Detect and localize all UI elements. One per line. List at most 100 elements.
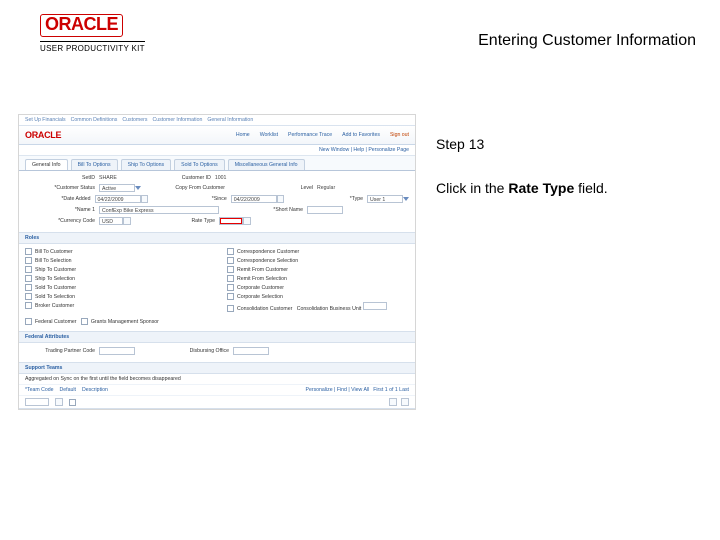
role-option[interactable]: Remit From Selection — [227, 275, 409, 282]
checkbox-icon[interactable] — [227, 266, 234, 273]
tab-sold-to[interactable]: Sold To Options — [174, 159, 225, 170]
level-value: Regular — [317, 185, 335, 191]
breadcrumb-item[interactable]: Common Definitions — [71, 117, 118, 123]
nav-link-fav[interactable]: Add to Favorites — [342, 132, 380, 138]
add-row-icon[interactable] — [389, 398, 397, 406]
lookup-icon[interactable] — [123, 217, 131, 225]
nav-link-home[interactable]: Home — [236, 132, 250, 138]
brand-logo: ORACLE USER PRODUCTIVITY KIT — [40, 14, 145, 53]
date-added-field[interactable]: 04/22/2009 — [95, 195, 141, 203]
tab-misc[interactable]: Miscellaneous General Info — [228, 159, 305, 170]
setid-value: SHARE — [99, 175, 117, 181]
disbursing-field[interactable] — [233, 347, 269, 355]
role-option[interactable]: Corporate Customer — [227, 284, 409, 291]
chevron-down-icon[interactable] — [403, 197, 409, 201]
rate-type-field[interactable] — [219, 217, 243, 225]
table-row — [19, 395, 415, 408]
role-option[interactable]: Broker Customer — [25, 302, 207, 309]
shortname-field[interactable] — [307, 206, 343, 214]
checkbox-icon[interactable] — [25, 318, 32, 325]
customerid-label: Customer ID — [141, 175, 211, 181]
checkbox-icon[interactable] — [227, 275, 234, 282]
aggregate-note: Aggregated on Sync on the first until th… — [19, 374, 415, 384]
role-option[interactable]: Corporate Selection — [227, 293, 409, 300]
breadcrumb-item[interactable]: General Information — [207, 117, 253, 123]
step-text-bold: Rate Type — [508, 180, 574, 196]
grid-count: First 1 of 1 Last — [373, 387, 409, 393]
role-option[interactable]: Sold To Selection — [25, 293, 207, 300]
calendar-icon[interactable] — [277, 195, 285, 203]
since-label: *Since — [171, 196, 227, 202]
type-field[interactable]: User 1 — [367, 195, 403, 203]
role-option[interactable]: Bill To Selection — [25, 257, 207, 264]
header-form: SetID SHARE Customer ID 1001 *Customer S… — [19, 171, 415, 232]
role-option[interactable]: Ship To Selection — [25, 275, 207, 282]
calendar-icon[interactable] — [141, 195, 149, 203]
role-option[interactable]: Correspondence Customer — [227, 248, 409, 255]
support-teams-title: Support Teams — [19, 362, 415, 374]
breadcrumb-item[interactable]: Customer Information — [152, 117, 202, 123]
level-label: Level — [253, 185, 313, 191]
copy-label: Copy From Customer — [165, 185, 225, 191]
checkbox-icon[interactable] — [81, 318, 88, 325]
role-option[interactable]: Correspondence Selection — [227, 257, 409, 264]
lookup-icon[interactable] — [243, 217, 251, 225]
lookup-icon[interactable] — [55, 398, 63, 406]
name-label: *Name 1 — [25, 207, 95, 213]
type-label: *Type — [307, 196, 363, 202]
checkbox-icon[interactable] — [227, 257, 234, 264]
federal-customer-option[interactable]: Federal Customer Grants Management Spons… — [25, 318, 409, 325]
default-col: Default — [60, 387, 76, 393]
checkbox-icon[interactable] — [25, 275, 32, 282]
tab-ship-to[interactable]: Ship To Options — [121, 159, 172, 170]
federal-section-title: Federal Attributes — [19, 331, 415, 343]
role-option[interactable]: Sold To Customer — [25, 284, 207, 291]
checkbox-icon[interactable] — [25, 248, 32, 255]
breadcrumb-item[interactable]: Set Up Financials — [25, 117, 66, 123]
brand-subtitle: USER PRODUCTIVITY KIT — [40, 41, 145, 53]
role-option[interactable]: Bill To Customer — [25, 248, 207, 255]
name-field[interactable]: ConfExp Bike Express — [99, 206, 219, 214]
role-option[interactable]: Consolidation Customer Consolidation Bus… — [227, 302, 409, 312]
disbursing-label: Disbursing Office — [159, 348, 229, 354]
subbar-links[interactable]: New Window | Help | Personalize Page — [19, 145, 415, 156]
consol-bu-field[interactable] — [363, 302, 387, 310]
nav-link-worklist[interactable]: Worklist — [260, 132, 278, 138]
app-screenshot: Set Up Financials Common Definitions Cus… — [18, 114, 416, 410]
checkbox-icon[interactable] — [227, 284, 234, 291]
tab-bill-to[interactable]: Bill To Options — [71, 159, 118, 170]
trading-partner-field[interactable] — [99, 347, 135, 355]
instruction-panel: Step 13 Click in the Rate Type field. — [436, 136, 696, 196]
customerid-value: 1001 — [215, 175, 227, 181]
rate-type-label: Rate Type — [155, 218, 215, 224]
checkbox-icon[interactable] — [227, 293, 234, 300]
checkbox-icon[interactable] — [227, 248, 234, 255]
shortname-label: *Short Name — [243, 207, 303, 213]
role-option[interactable]: Ship To Customer — [25, 266, 207, 273]
role-option[interactable]: Remit From Customer — [227, 266, 409, 273]
currency-field[interactable]: USD — [99, 217, 123, 225]
status-field[interactable]: Active — [99, 184, 135, 192]
checkbox-icon[interactable] — [69, 399, 76, 406]
setid-label: SetID — [25, 175, 95, 181]
since-field[interactable]: 04/22/2009 — [231, 195, 277, 203]
breadcrumb-item[interactable]: Customers — [122, 117, 147, 123]
checkbox-icon[interactable] — [25, 266, 32, 273]
roles-options: Bill To Customer Bill To Selection Ship … — [19, 244, 415, 318]
header-links: Home Worklist Performance Trace Add to F… — [236, 132, 409, 138]
delete-row-icon[interactable] — [401, 398, 409, 406]
checkbox-icon[interactable] — [25, 284, 32, 291]
team-code-field[interactable] — [25, 398, 49, 406]
nav-link-signout[interactable]: Sign out — [390, 132, 409, 138]
nav-link-perf[interactable]: Performance Trace — [288, 132, 332, 138]
address-section-title: Address Locations — [19, 408, 415, 410]
chevron-down-icon[interactable] — [135, 186, 141, 190]
checkbox-icon[interactable] — [25, 302, 32, 309]
grid-personalize-link[interactable]: Personalize | Find | View All — [306, 387, 370, 393]
tab-general-info[interactable]: General Info — [25, 159, 68, 170]
checkbox-icon[interactable] — [227, 305, 234, 312]
status-label: *Customer Status — [25, 185, 95, 191]
checkbox-icon[interactable] — [25, 257, 32, 264]
checkbox-icon[interactable] — [25, 293, 32, 300]
description-col: Description — [82, 387, 108, 393]
